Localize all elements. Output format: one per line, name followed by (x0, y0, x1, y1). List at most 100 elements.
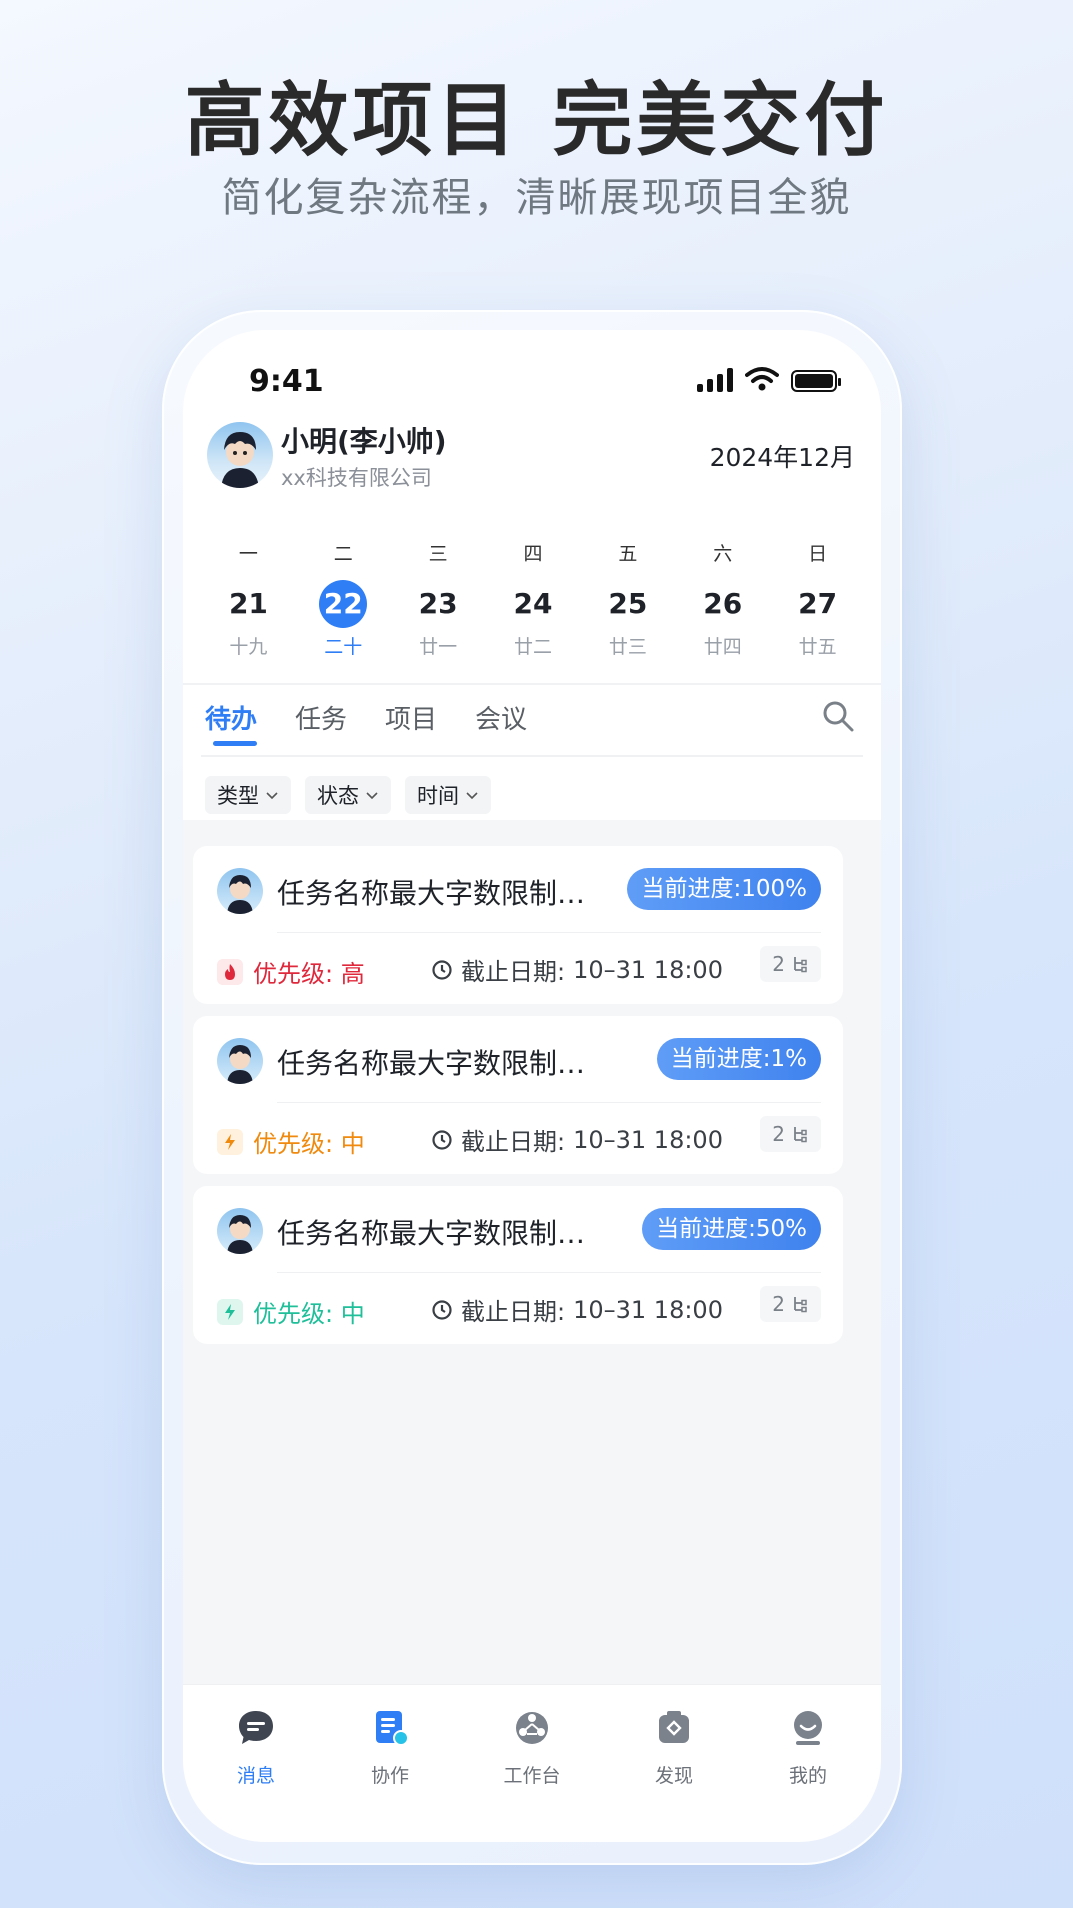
filter-time[interactable]: 时间 (405, 776, 491, 814)
nav-collaboration[interactable]: 协作 (335, 1707, 445, 1788)
task-title: 任务名称最大字数限制… (277, 1217, 586, 1250)
profile-icon (794, 1711, 822, 1745)
nav-profile[interactable]: 我的 (753, 1707, 863, 1788)
day-number: 24 (513, 587, 553, 620)
subtask-count[interactable]: 2 (760, 946, 821, 982)
lunar-date: 廿二 (514, 636, 553, 658)
task-card[interactable]: 任务名称最大字数限制… 当前进度:50% 优先级: 中 截止日期: 10–31 … (193, 1186, 843, 1344)
day-number: 25 (608, 587, 648, 620)
filter-type[interactable]: 类型 (205, 776, 291, 814)
tab-todo[interactable]: 待办 (205, 699, 257, 736)
calendar-day[interactable]: 日 27 廿五 (770, 540, 865, 660)
priority-label: 优先级: 中 (253, 1130, 365, 1158)
calendar-day[interactable]: 四 24 廿二 (486, 540, 581, 660)
weekday-label: 六 (713, 543, 733, 565)
due-date: 截止日期: 10–31 18:00 (431, 1122, 723, 1157)
filter-bar: 类型 状态 时间 (205, 776, 491, 814)
progress-badge: 当前进度:50% (642, 1208, 821, 1250)
day-number: 22 (319, 580, 368, 628)
due-label: 截止日期: (461, 1298, 566, 1326)
divider (277, 1102, 821, 1103)
day-number: 21 (228, 587, 268, 620)
user-avatar[interactable] (207, 422, 273, 488)
progress-badge: 当前进度:1% (656, 1038, 821, 1080)
calendar-day[interactable]: 三 23 廿一 (391, 540, 486, 660)
tab-tasks[interactable]: 任务 (295, 699, 347, 736)
signal-icon (697, 368, 733, 392)
calendar-day[interactable]: 一 21 十九 (201, 540, 296, 660)
filter-label: 时间 (417, 784, 459, 808)
priority: 优先级: 中 (217, 1294, 365, 1329)
notebook-icon (376, 1711, 409, 1746)
nav-label: 发现 (654, 1765, 693, 1787)
bottom-nav: 消息 协作 工作台 发现 我的 (183, 1684, 881, 1842)
chevron-down-icon (366, 792, 378, 800)
priority: 优先级: 中 (217, 1124, 365, 1159)
hero-title: 高效项目 完美交付 (184, 74, 889, 167)
lunar-date: 廿一 (419, 636, 458, 658)
lightning-icon (217, 1128, 243, 1155)
divider (277, 932, 821, 933)
day-number: 27 (798, 587, 838, 620)
task-title: 任务名称最大字数限制… (277, 877, 586, 910)
due-label: 截止日期: (461, 958, 566, 986)
subtask-number: 2 (772, 1122, 785, 1146)
lunar-date: 廿三 (608, 636, 647, 658)
subtask-count[interactable]: 2 (760, 1116, 821, 1152)
weekday-label: 四 (523, 543, 543, 565)
subtask-count[interactable]: 2 (760, 1286, 821, 1322)
battery-icon (791, 370, 841, 392)
nav-discover[interactable]: 发现 (619, 1707, 729, 1788)
calendar-day[interactable]: 五 25 廿三 (580, 540, 675, 660)
phone-screen: 9:41 小明(李小帅) xx科技有限公司 2024年12月 一 21 十九 二 (183, 330, 881, 1842)
wifi-icon (745, 367, 779, 391)
nav-label: 协作 (370, 1765, 409, 1787)
divider (201, 755, 863, 757)
nav-workbench[interactable]: 工作台 (477, 1707, 587, 1788)
status-time: 9:41 (249, 364, 324, 399)
priority-label: 优先级: 高 (253, 960, 365, 988)
nav-label: 工作台 (503, 1765, 561, 1787)
apps-icon (516, 1712, 548, 1744)
nav-messages[interactable]: 消息 (201, 1707, 311, 1788)
clock-icon (432, 959, 452, 980)
tab-projects[interactable]: 项目 (385, 699, 437, 736)
tab-meetings[interactable]: 会议 (475, 699, 527, 736)
due-label: 截止日期: (461, 1128, 566, 1156)
status-icons (697, 366, 841, 392)
task-card[interactable]: 任务名称最大字数限制… 当前进度:100% 优先级: 高 截止日期: 10–31… (193, 846, 843, 1004)
calendar-day-selected[interactable]: 二 22 二十 (296, 540, 391, 660)
subtask-number: 2 (772, 1292, 785, 1316)
subtask-icon (794, 1127, 807, 1143)
task-card[interactable]: 任务名称最大字数限制… 当前进度:1% 优先级: 中 截止日期: 10–31 1… (193, 1016, 843, 1174)
weekday-label: 一 (238, 543, 258, 565)
assignee-avatar (217, 1038, 263, 1084)
weekday-label: 三 (428, 543, 448, 565)
filter-status[interactable]: 状态 (305, 776, 391, 814)
search-icon[interactable] (821, 699, 855, 733)
weekday-label: 五 (618, 543, 638, 565)
divider (277, 1272, 821, 1273)
nav-label: 消息 (236, 1765, 275, 1787)
due-date: 截止日期: 10–31 18:00 (431, 1292, 723, 1327)
due-date: 截止日期: 10–31 18:00 (431, 952, 723, 987)
chevron-down-icon (266, 792, 278, 800)
lunar-date: 廿四 (703, 636, 742, 658)
lunar-date: 十九 (229, 636, 268, 658)
task-list: 任务名称最大字数限制… 当前进度:100% 优先级: 高 截止日期: 10–31… (193, 846, 843, 1356)
calendar-day[interactable]: 六 26 廿四 (675, 540, 770, 660)
lightning-icon (217, 1298, 243, 1325)
month-label[interactable]: 2024年12月 (710, 438, 855, 474)
priority-label: 优先级: 中 (253, 1300, 365, 1328)
due-value: 10–31 18:00 (573, 1125, 723, 1154)
hero-subtitle: 简化复杂流程，清晰展现项目全貌 (221, 175, 852, 221)
weekday-label: 二 (333, 543, 353, 565)
assignee-avatar (217, 868, 263, 914)
flame-icon (217, 958, 243, 985)
progress-badge: 当前进度:100% (627, 868, 821, 910)
task-title: 任务名称最大字数限制… (277, 1047, 586, 1080)
lunar-date: 二十 (324, 636, 363, 658)
chat-bubble-icon (239, 1711, 273, 1744)
company-name: xx科技有限公司 (281, 466, 432, 490)
subtask-icon (794, 1297, 807, 1313)
